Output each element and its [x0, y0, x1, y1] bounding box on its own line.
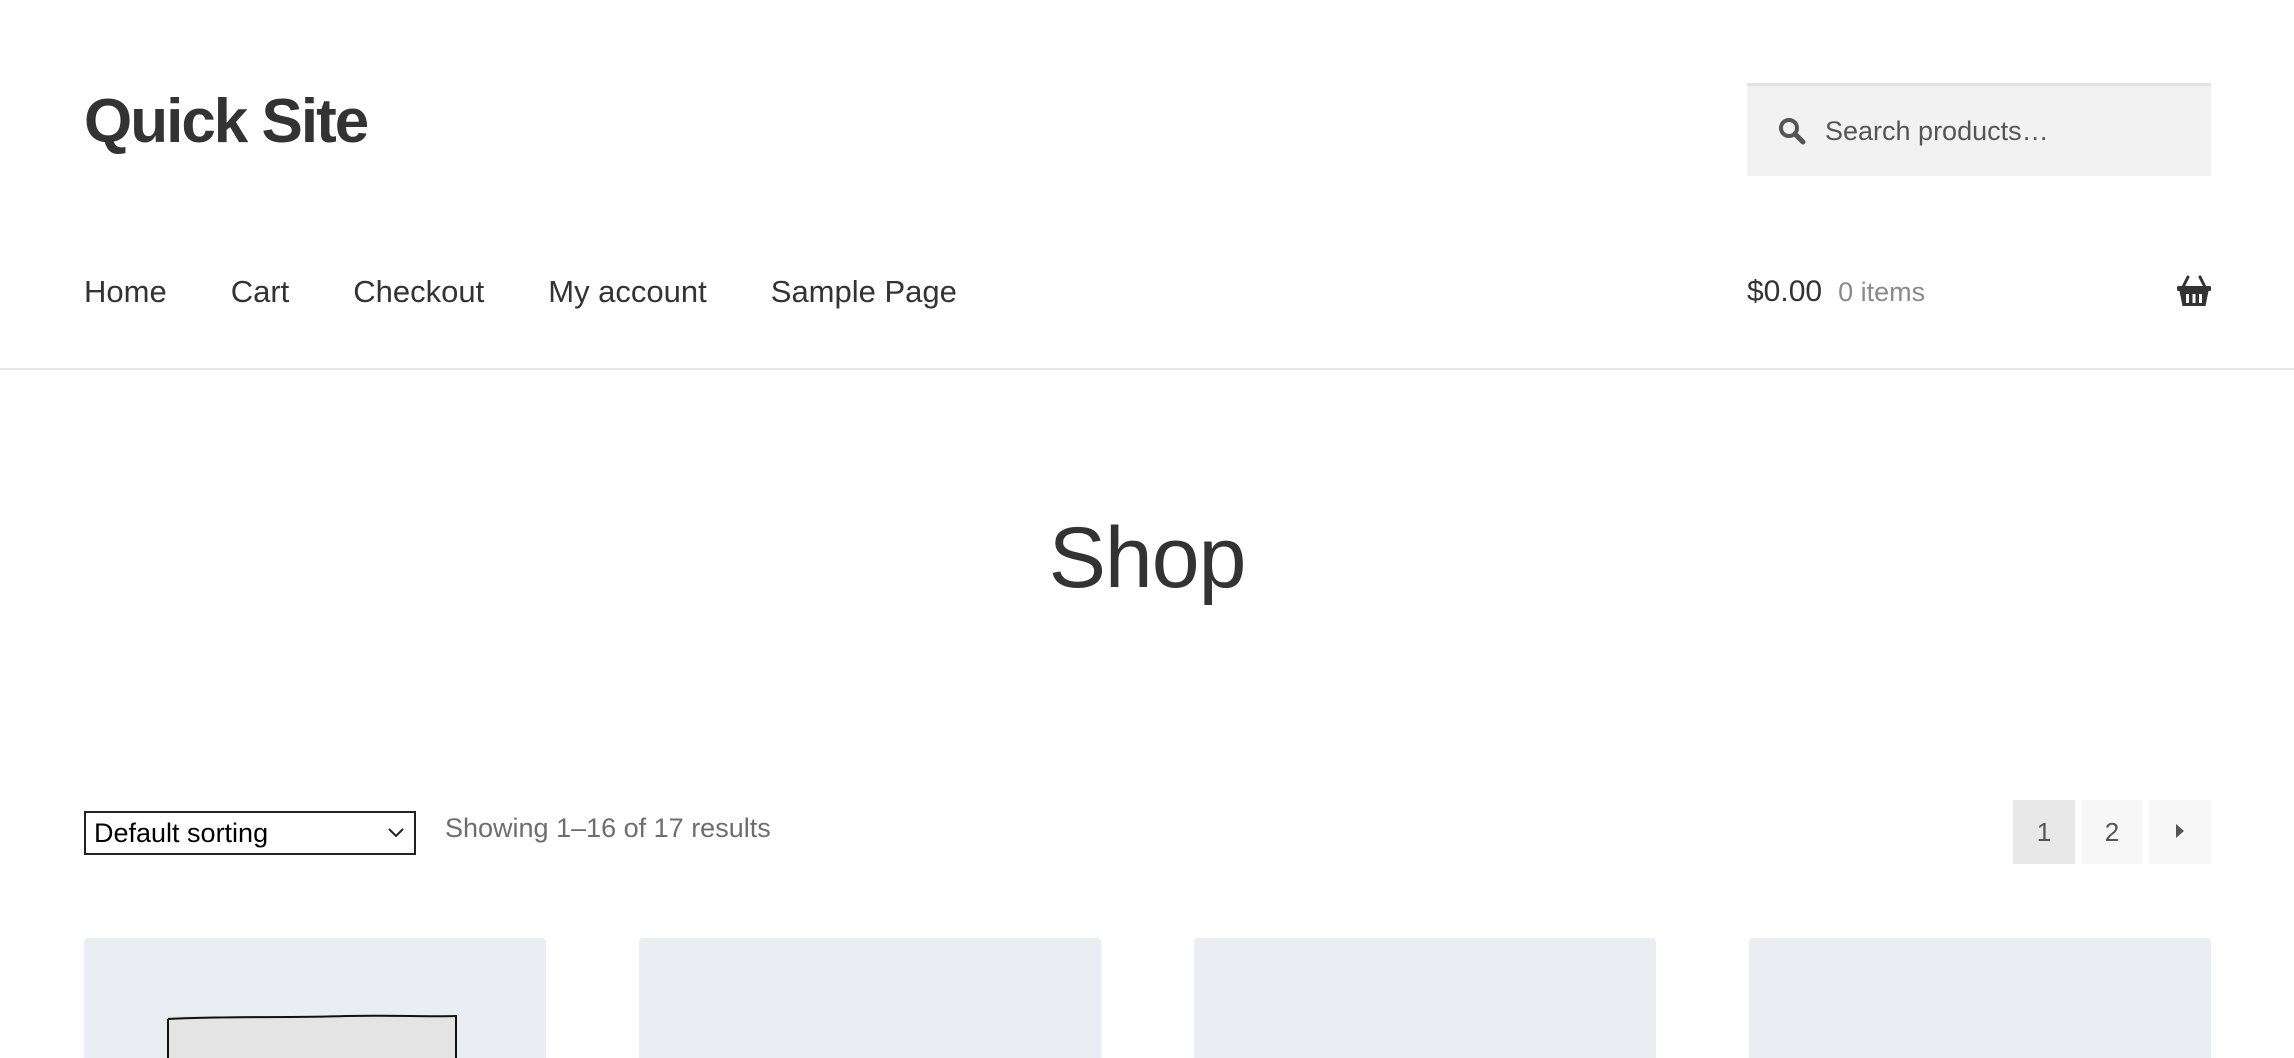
search-input[interactable] — [1823, 114, 2207, 148]
sort-select[interactable]: Default sorting — [84, 811, 416, 855]
primary-nav: Home Cart Checkout My account Sample Pag… — [84, 266, 1021, 318]
product-card[interactable] — [639, 938, 1101, 1058]
page-2-link[interactable]: 2 — [2081, 800, 2143, 864]
nav-item-cart[interactable]: Cart — [231, 274, 290, 310]
product-grid — [84, 938, 2211, 1058]
shop-toolbar: Default sorting Showing 1–16 of 17 resul… — [84, 800, 2211, 866]
product-card[interactable] — [1194, 938, 1656, 1058]
nav-item-home[interactable]: Home — [84, 274, 167, 310]
page-1-current: 1 — [2013, 800, 2075, 864]
next-page-button[interactable] — [2149, 800, 2211, 864]
next-arrow-icon — [2173, 817, 2187, 848]
product-image[interactable] — [166, 1014, 458, 1058]
header-cart[interactable]: $0.00 0 items — [1747, 266, 2212, 318]
nav-item-checkout[interactable]: Checkout — [353, 274, 484, 310]
cart-count[interactable]: 0 items — [1838, 277, 1925, 308]
search-icon[interactable] — [1777, 116, 1807, 146]
site-header: Quick Site Home Cart Checkout My account… — [0, 0, 2294, 370]
nav-item-sample-page[interactable]: Sample Page — [771, 274, 957, 310]
result-count: Showing 1–16 of 17 results — [445, 813, 771, 843]
nav-item-my-account[interactable]: My account — [548, 274, 707, 310]
basket-icon[interactable] — [2176, 274, 2212, 308]
product-card[interactable] — [84, 938, 546, 1058]
pagination: 1 2 — [2007, 800, 2211, 864]
page-title: Shop — [1048, 510, 1247, 606]
site-title[interactable]: Quick Site — [84, 80, 369, 164]
search-box[interactable] — [1747, 83, 2211, 176]
cart-amount[interactable]: $0.00 — [1747, 275, 1822, 309]
product-card[interactable] — [1749, 938, 2211, 1058]
